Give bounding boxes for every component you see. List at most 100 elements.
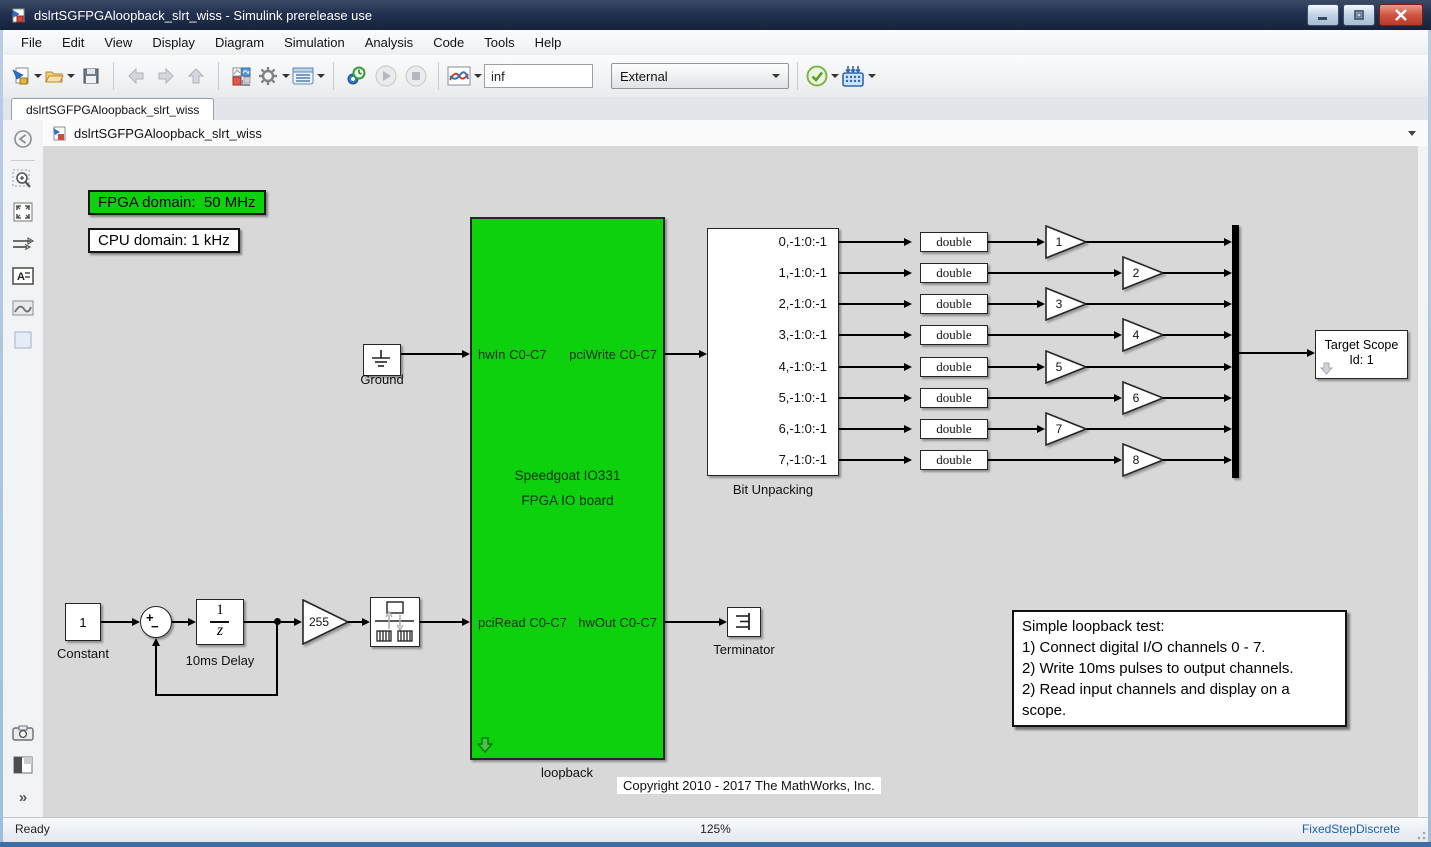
wire: [988, 459, 1114, 461]
run-button[interactable]: [372, 62, 400, 90]
dropdown-caret-icon[interactable]: [868, 74, 876, 78]
data-type-conversion-block[interactable]: double: [920, 263, 988, 283]
data-type-conversion-block[interactable]: double: [920, 450, 988, 470]
stepping-options-button[interactable]: [342, 62, 370, 90]
wire: [101, 621, 132, 623]
hide-explorer-bar-button[interactable]: [10, 126, 36, 152]
simulation-data-display-button[interactable]: [447, 62, 482, 90]
new-model-button[interactable]: [11, 62, 42, 90]
up-button[interactable]: [182, 62, 210, 90]
menu-view[interactable]: View: [94, 32, 142, 53]
viewmark-button[interactable]: [10, 327, 36, 353]
model-canvas[interactable]: FPGA domain: 50 MHz CPU domain: 1 kHz Gr…: [43, 146, 1418, 818]
data-type-conversion-block[interactable]: double: [920, 357, 988, 377]
back-button[interactable]: [122, 62, 150, 90]
bit-unpacking-port-label: 1,-1:0:-1: [778, 265, 827, 280]
loopback-subsystem-block[interactable]: hwIn C0-C7 pciWrite C0-C7 pciRead C0-C7 …: [470, 217, 665, 760]
data-type-conversion-block[interactable]: double: [920, 294, 988, 314]
menu-simulation[interactable]: Simulation: [274, 32, 355, 53]
gain-255-block[interactable]: 255: [302, 599, 350, 645]
rate-transition-block[interactable]: [370, 597, 420, 647]
gain-block[interactable]: 4: [1122, 318, 1164, 352]
mux-block[interactable]: [1232, 225, 1239, 478]
wire: [839, 397, 904, 399]
status-solver: FixedStepDiscrete: [1301, 822, 1400, 836]
data-type-conversion-block[interactable]: double: [920, 325, 988, 345]
save-button[interactable]: [77, 62, 105, 90]
breadcrumb[interactable]: dslrtSGFPGAloopback_slrt_wiss: [43, 120, 1428, 147]
stop-time-input[interactable]: [484, 64, 593, 88]
wire: [1163, 459, 1224, 461]
dropdown-caret-icon[interactable]: [34, 74, 42, 78]
breadcrumb-model-name[interactable]: dslrtSGFPGAloopback_slrt_wiss: [74, 126, 262, 141]
menu-analysis[interactable]: Analysis: [355, 32, 423, 53]
sum-block[interactable]: + −: [140, 606, 172, 638]
menu-code[interactable]: Code: [423, 32, 474, 53]
target-scope-block[interactable]: Target Scope Id: 1: [1315, 330, 1408, 379]
menu-tools[interactable]: Tools: [474, 32, 524, 53]
wire: [155, 646, 157, 696]
editor-area: A » dslrtSGFPGAloopback_slrt_wiss FPGA d…: [3, 120, 1428, 818]
gain-block[interactable]: 1: [1045, 225, 1087, 259]
chevron-down-icon[interactable]: [1408, 130, 1416, 136]
menu-display[interactable]: Display: [142, 32, 205, 53]
menu-file[interactable]: File: [11, 32, 52, 53]
menu-diagram[interactable]: Diagram: [205, 32, 274, 53]
delay-block[interactable]: 1 z: [196, 599, 244, 645]
image-annotation-button[interactable]: [10, 295, 36, 321]
configuration-button[interactable]: [257, 62, 290, 90]
cpu-domain-label[interactable]: CPU domain: 1 kHz: [88, 228, 240, 253]
arrowhead-icon: [1037, 425, 1045, 433]
resize-grip[interactable]: [1414, 828, 1426, 840]
model-tab[interactable]: dslrtSGFPGAloopback_slrt_wiss: [11, 98, 215, 120]
ground-label: Ground: [360, 372, 404, 387]
open-button[interactable]: [44, 62, 75, 90]
port-label-pciread: pciRead C0-C7: [478, 615, 567, 630]
model-advisor-button[interactable]: [806, 62, 839, 90]
fit-to-view-button[interactable]: [10, 199, 36, 225]
close-button[interactable]: [1379, 4, 1423, 26]
menu-help[interactable]: Help: [525, 32, 572, 53]
data-type-conversion-block[interactable]: double: [920, 419, 988, 439]
arrowhead-icon: [1224, 331, 1232, 339]
menu-edit[interactable]: Edit: [52, 32, 94, 53]
dropdown-caret-icon[interactable]: [474, 74, 482, 78]
arrowhead-icon: [904, 300, 912, 308]
gain-block[interactable]: 6: [1122, 381, 1164, 415]
annotation-note[interactable]: Simple loopback test: 1) Connect digital…: [1012, 610, 1347, 727]
forward-button[interactable]: [152, 62, 180, 90]
dropdown-caret-icon[interactable]: [831, 74, 839, 78]
gain-block[interactable]: 8: [1122, 443, 1164, 477]
gain-block[interactable]: 5: [1045, 350, 1087, 384]
stop-button[interactable]: [402, 62, 430, 90]
gain-block[interactable]: 3: [1045, 287, 1087, 321]
screenshot-button[interactable]: [10, 720, 36, 746]
gain-block[interactable]: 2: [1122, 256, 1164, 290]
copyright-annotation[interactable]: Copyright 2010 - 2017 The MathWorks, Inc…: [617, 777, 881, 794]
fpga-domain-text: FPGA domain: 50 MHz: [98, 194, 256, 211]
chevrons-icon: »: [18, 788, 28, 806]
dropdown-caret-icon[interactable]: [282, 74, 290, 78]
more-tools-button[interactable]: »: [10, 784, 36, 810]
arrowhead-icon: [904, 363, 912, 371]
signal-lines-button[interactable]: [10, 231, 36, 257]
fpga-domain-label[interactable]: FPGA domain: 50 MHz: [88, 190, 266, 215]
data-type-conversion-block[interactable]: double: [920, 388, 988, 408]
vertical-scrollbar[interactable]: [1417, 146, 1428, 818]
model-explorer-button[interactable]: [292, 62, 325, 90]
constant-block[interactable]: 1: [65, 603, 101, 641]
wire: [665, 353, 699, 355]
build-model-button[interactable]: [841, 62, 876, 90]
data-type-conversion-block[interactable]: double: [920, 232, 988, 252]
library-browser-button[interactable]: [227, 62, 255, 90]
dropdown-caret-icon[interactable]: [317, 74, 325, 78]
annotation-button[interactable]: A: [10, 263, 36, 289]
terminator-block[interactable]: [727, 607, 761, 637]
simulation-mode-select[interactable]: External: [611, 63, 789, 89]
gain-block[interactable]: 7: [1045, 412, 1087, 446]
split-view-button[interactable]: [10, 752, 36, 778]
zoom-button[interactable]: [10, 167, 36, 193]
minimize-button[interactable]: [1307, 4, 1339, 26]
dropdown-caret-icon[interactable]: [67, 74, 75, 78]
restore-button[interactable]: [1343, 4, 1375, 26]
